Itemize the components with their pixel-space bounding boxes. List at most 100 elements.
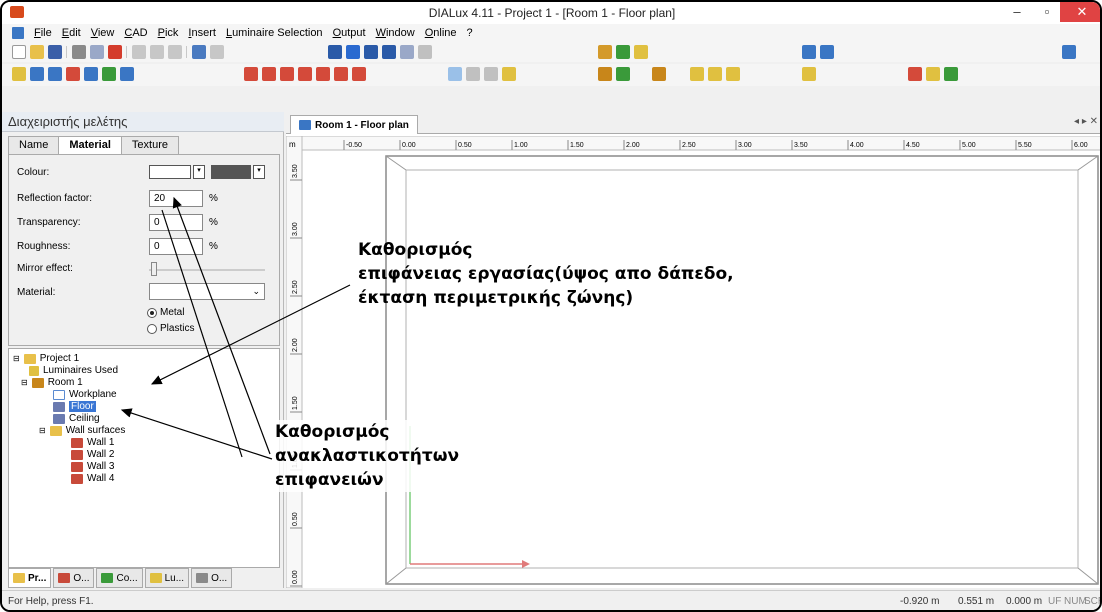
collapse-icon[interactable]: ⊟ (21, 378, 28, 387)
dimension-icon[interactable] (262, 67, 276, 81)
object-icon[interactable] (908, 67, 922, 81)
object-icon[interactable] (726, 67, 740, 81)
paste-icon[interactable] (168, 45, 182, 59)
table-icon[interactable] (820, 45, 834, 59)
copy-icon[interactable] (150, 45, 164, 59)
tab-scroll-close-icon[interactable]: ◂ ▸ ✕ (1074, 116, 1098, 127)
radio-metal[interactable]: Metal (147, 307, 184, 318)
tab-output[interactable]: O... (191, 568, 233, 588)
colour-secondary-dropdown[interactable]: ▾ (253, 165, 265, 179)
redo-icon[interactable] (210, 45, 224, 59)
tree-item-wall-surfaces[interactable]: ⊟ Wall surfaces (39, 425, 125, 436)
new-file-icon[interactable] (12, 45, 26, 59)
menu-view[interactable]: View (91, 27, 115, 39)
colour-swatch-picker[interactable] (149, 165, 191, 179)
tree-item-luminaires[interactable]: Luminaires Used (29, 365, 118, 376)
tree-item-floor[interactable]: Floor (53, 401, 96, 412)
cut-icon[interactable] (132, 45, 146, 59)
tab-name[interactable]: Name (8, 136, 60, 154)
tab-project[interactable]: Pr... (8, 568, 52, 588)
save-icon[interactable] (48, 45, 62, 59)
menu-insert[interactable]: Insert (188, 27, 216, 39)
undo-icon[interactable] (192, 45, 206, 59)
floor-plan-icon[interactable] (346, 45, 360, 59)
tool-icon[interactable] (66, 67, 80, 81)
colour-secondary-swatch[interactable] (211, 165, 251, 179)
menu-online[interactable]: Online (425, 27, 457, 39)
rotate-icon[interactable] (484, 67, 498, 81)
print-preview-icon[interactable] (90, 45, 104, 59)
collapse-icon[interactable]: ⊟ (13, 354, 20, 363)
output-icon[interactable] (802, 45, 816, 59)
pdf-icon[interactable] (108, 45, 122, 59)
collapse-icon[interactable]: ⊟ (39, 426, 46, 435)
tree-item-wall[interactable]: Wall 1 (71, 437, 114, 448)
tree-item-wall[interactable]: Wall 4 (71, 473, 114, 484)
dimension-icon[interactable] (352, 67, 366, 81)
layout-icon[interactable] (1062, 45, 1076, 59)
menu-luminaire-selection[interactable]: Luminaire Selection (226, 27, 323, 39)
tool-icon[interactable] (48, 67, 62, 81)
tree-item-workplane[interactable]: Workplane (53, 389, 117, 400)
dimension-icon[interactable] (244, 67, 258, 81)
tree-item-ceiling[interactable]: Ceiling (53, 413, 100, 424)
light-icon[interactable] (634, 45, 648, 59)
mirror-effect-slider[interactable] (151, 262, 157, 276)
tab-colours[interactable]: Co... (96, 568, 143, 588)
dimension-icon[interactable] (298, 67, 312, 81)
object-icon[interactable] (802, 67, 816, 81)
restore-button[interactable]: ▫ (1032, 2, 1062, 22)
tree-item-project[interactable]: ⊟ Project 1 (13, 353, 79, 364)
tool-icon[interactable] (30, 67, 44, 81)
dimension-icon[interactable] (280, 67, 294, 81)
front-view-icon[interactable] (382, 45, 396, 59)
tab-objects[interactable]: O... (53, 568, 95, 588)
pan-icon[interactable] (502, 67, 516, 81)
object-icon[interactable] (926, 67, 940, 81)
tab-material[interactable]: Material (58, 136, 122, 154)
menu-cad[interactable]: CAD (124, 27, 147, 39)
minimize-button[interactable]: – (1002, 2, 1032, 22)
open-folder-icon[interactable] (30, 45, 44, 59)
roughness-input[interactable]: 0 (149, 238, 203, 255)
calc-icon[interactable] (616, 45, 630, 59)
colour-dropdown[interactable]: ▾ (193, 165, 205, 179)
tool-icon[interactable] (102, 67, 116, 81)
object-icon[interactable] (708, 67, 722, 81)
reflection-factor-input[interactable]: 20 (149, 190, 203, 207)
menu-help[interactable]: ? (467, 27, 473, 39)
menu-window[interactable]: Window (376, 27, 415, 39)
tool-icon[interactable] (120, 67, 134, 81)
view-icon[interactable] (400, 45, 414, 59)
dimension-icon[interactable] (334, 67, 348, 81)
object-icon[interactable] (652, 67, 666, 81)
pointer-icon[interactable] (448, 67, 462, 81)
tab-luminaires[interactable]: Lu... (144, 568, 190, 588)
dimension-icon[interactable] (316, 67, 330, 81)
menu-pick[interactable]: Pick (158, 27, 179, 39)
tool-icon[interactable] (84, 67, 98, 81)
zoom-icon[interactable] (466, 67, 480, 81)
tab-texture[interactable]: Texture (120, 136, 179, 154)
tree-item-wall[interactable]: Wall 3 (71, 461, 114, 472)
tree-item-room[interactable]: ⊟ Room 1 (21, 377, 83, 388)
floor-plan-canvas[interactable]: m -0.50 0.00 0.50 1.00 1.50 2.00 2.50 3.00 3.50 4… (286, 136, 1102, 588)
object-icon[interactable] (616, 67, 630, 81)
select-icon[interactable] (12, 67, 26, 81)
view-3d-icon[interactable] (328, 45, 342, 59)
luminaire-icon[interactable] (598, 45, 612, 59)
object-icon[interactable] (690, 67, 704, 81)
side-view-icon[interactable] (364, 45, 378, 59)
menu-edit[interactable]: Edit (62, 27, 81, 39)
tab-room-floor-plan[interactable]: Room 1 - Floor plan (290, 115, 418, 134)
object-icon[interactable] (944, 67, 958, 81)
radio-plastics[interactable]: Plastics (147, 323, 194, 334)
transparency-input[interactable]: 0 (149, 214, 203, 231)
material-select[interactable]: ⌄ (149, 283, 265, 300)
object-icon[interactable] (598, 67, 612, 81)
zoom-icon[interactable] (418, 45, 432, 59)
tree-item-wall[interactable]: Wall 2 (71, 449, 114, 460)
menu-file[interactable]: File (34, 27, 52, 39)
print-icon[interactable] (72, 45, 86, 59)
menu-output[interactable]: Output (333, 27, 366, 39)
